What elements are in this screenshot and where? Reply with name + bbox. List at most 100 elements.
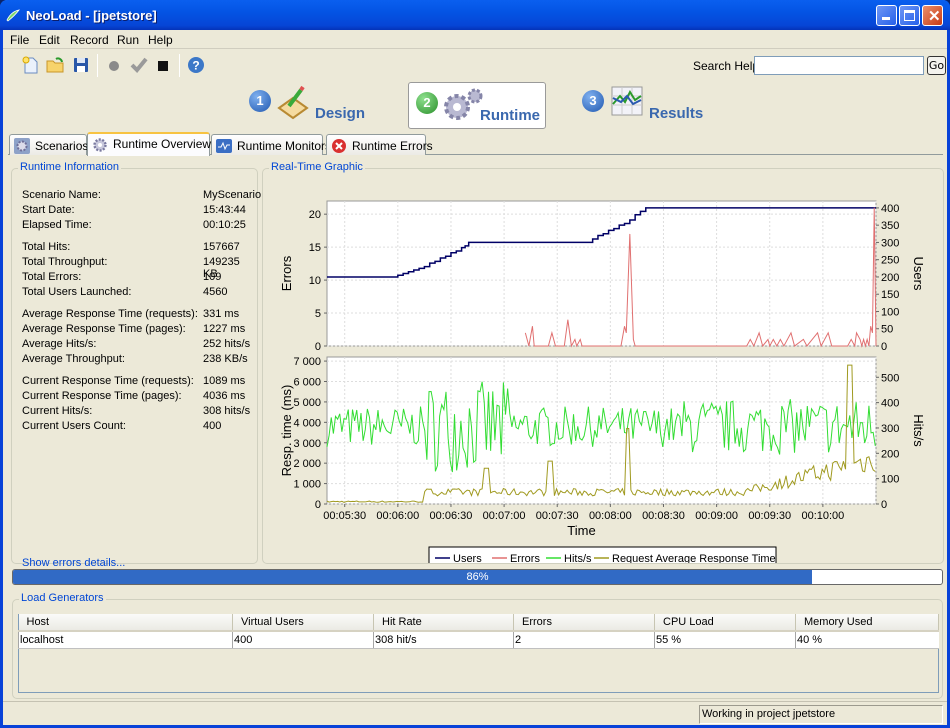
- tab-runtime-overview[interactable]: Runtime Overview: [87, 132, 212, 156]
- title-bar[interactable]: NeoLoad - [jpetstore] ✕: [0, 0, 950, 30]
- x-tick-label: 00:08:00: [589, 510, 632, 522]
- top-plot-area: [326, 200, 877, 347]
- step-design[interactable]: 1 Design: [243, 84, 373, 128]
- step-runtime[interactable]: 2 Runtime: [408, 82, 546, 129]
- toolbar-separator: [179, 54, 180, 77]
- column-header[interactable]: Hit Rate: [373, 614, 514, 632]
- table-cell: 2: [513, 631, 655, 649]
- go-button[interactable]: Go: [927, 56, 946, 75]
- info-value: MyScenario: [203, 189, 262, 201]
- open-project-icon[interactable]: [45, 55, 65, 75]
- load-generators-title: Load Generators: [19, 592, 106, 604]
- tab-runtime-errors[interactable]: Runtime Errors: [326, 134, 433, 155]
- info-label: Total Hits:: [22, 241, 71, 253]
- y-axis-label-left: Resp. time (ms): [279, 385, 294, 477]
- table-cell: 40 %: [795, 631, 939, 649]
- close-icon: ✕: [928, 8, 941, 25]
- y-tick-label-left: 7 000: [293, 356, 321, 368]
- info-label: Total Throughput:: [22, 256, 108, 268]
- tab-label: Scenarios: [35, 139, 89, 153]
- table-row[interactable]: localhost 400 308 hit/s 2 55 % 40 %: [18, 631, 939, 649]
- info-value: 109: [203, 271, 222, 283]
- legend-entry: Hits/s: [564, 553, 592, 563]
- x-tick-label: 00:08:30: [642, 510, 685, 522]
- runtime-overview-gear-icon: [93, 138, 107, 152]
- runtime-gears-icon: [444, 88, 483, 120]
- info-label: Current Hits/s:: [22, 405, 93, 417]
- stop-icon[interactable]: [153, 55, 173, 75]
- info-value: 4036 ms: [203, 390, 246, 402]
- scenarios-gear-icon: [14, 138, 30, 154]
- x-tick-label: 00:06:30: [430, 510, 473, 522]
- y-tick-label-right: 250: [881, 255, 899, 267]
- load-generators-table: Host Virtual Users Hit Rate Errors CPU Load M…: [18, 614, 939, 649]
- minimize-icon: [882, 17, 890, 20]
- column-header[interactable]: Errors: [513, 614, 655, 632]
- y-tick-label-right: 50: [881, 324, 893, 336]
- info-label: Elapsed Time:: [22, 219, 92, 231]
- y-tick-label-right: 200: [881, 448, 899, 460]
- search-help-input[interactable]: [754, 56, 924, 75]
- table-cell: localhost: [18, 631, 233, 649]
- progress-label: 86%: [466, 571, 489, 583]
- results-chart-icon: [611, 86, 643, 116]
- info-value: 331 ms: [203, 308, 240, 320]
- x-tick-label: 00:05:30: [323, 510, 366, 522]
- menu-file[interactable]: File: [10, 33, 29, 47]
- menu-record[interactable]: Record: [70, 33, 109, 47]
- info-value: 1227 ms: [203, 323, 246, 335]
- info-label: Total Users Launched:: [22, 286, 132, 298]
- info-value: 157667: [203, 241, 240, 253]
- info-value: 15:43:44: [203, 204, 246, 216]
- legend-entry: Users: [453, 553, 482, 563]
- column-header[interactable]: Memory Used: [795, 614, 939, 632]
- column-header[interactable]: Virtual Users: [232, 614, 374, 632]
- maximize-button[interactable]: [899, 5, 920, 26]
- tab-label: Runtime Overview: [113, 137, 212, 151]
- info-value: 1089 ms: [203, 375, 246, 387]
- info-value: 400: [203, 420, 222, 432]
- neoload-app-icon: [6, 9, 20, 22]
- x-tick-label: 00:09:00: [695, 510, 738, 522]
- column-header[interactable]: CPU Load: [654, 614, 796, 632]
- main-window: NeoLoad - [jpetstore] ✕ File Edit Record…: [0, 0, 950, 728]
- y-tick-label-left: 5: [315, 308, 321, 320]
- status-text: Working in project jpetstore: [699, 705, 943, 724]
- menu-run[interactable]: Run: [117, 33, 139, 47]
- runtime-information-title: Runtime Information: [18, 161, 122, 173]
- runtime-information-group: Runtime Information Scenario Name: MyScen…: [11, 161, 262, 569]
- step-label-design: Design: [315, 105, 366, 122]
- step-number-3: 3: [582, 90, 604, 112]
- help-icon[interactable]: ?: [186, 55, 206, 75]
- save-icon[interactable]: [71, 55, 91, 75]
- maximize-icon: [904, 10, 915, 21]
- y-tick-label-right: 500: [881, 372, 899, 384]
- y-tick-label-right: 350: [881, 220, 899, 232]
- real-time-chart: 05101520050100150200250300350400Errors Us…: [279, 200, 926, 563]
- table-cell: 308 hit/s: [373, 631, 514, 649]
- load-generators-group: Load Generators Host Virtual Users Hit Rat…: [12, 592, 943, 699]
- check-icon[interactable]: [129, 55, 149, 75]
- minimize-button[interactable]: [876, 5, 897, 26]
- new-project-icon[interactable]: [20, 55, 40, 75]
- x-tick-label: 00:07:30: [536, 510, 579, 522]
- y-tick-label-left: 4 000: [293, 417, 321, 429]
- show-errors-details-link[interactable]: Show errors details...: [22, 557, 125, 569]
- record-icon[interactable]: [104, 55, 124, 75]
- x-tick-label: 00:09:30: [748, 510, 791, 522]
- menu-edit[interactable]: Edit: [39, 33, 60, 47]
- column-header[interactable]: Host: [18, 614, 233, 632]
- info-value: 00:10:25: [203, 219, 246, 231]
- info-value: 252 hits/s: [203, 338, 251, 350]
- y-tick-label-left: 2 000: [293, 458, 321, 470]
- status-bar: Working in project jpetstore: [3, 701, 947, 725]
- info-label: Current Response Time (pages):: [22, 390, 182, 402]
- menu-help[interactable]: Help: [148, 33, 173, 47]
- step-label-runtime: Runtime: [480, 107, 540, 124]
- close-button[interactable]: ✕: [922, 5, 943, 26]
- tab-runtime-monitors[interactable]: Runtime Monitors: [211, 134, 331, 155]
- step-results[interactable]: 3 Results: [579, 84, 709, 128]
- y-tick-label-right: 150: [881, 289, 899, 301]
- real-time-graphic-group: Real-Time Graphic 0 5 10 15 20 0 50 100 150 200 25…: [262, 161, 944, 564]
- tab-scenarios[interactable]: Scenarios: [9, 134, 89, 155]
